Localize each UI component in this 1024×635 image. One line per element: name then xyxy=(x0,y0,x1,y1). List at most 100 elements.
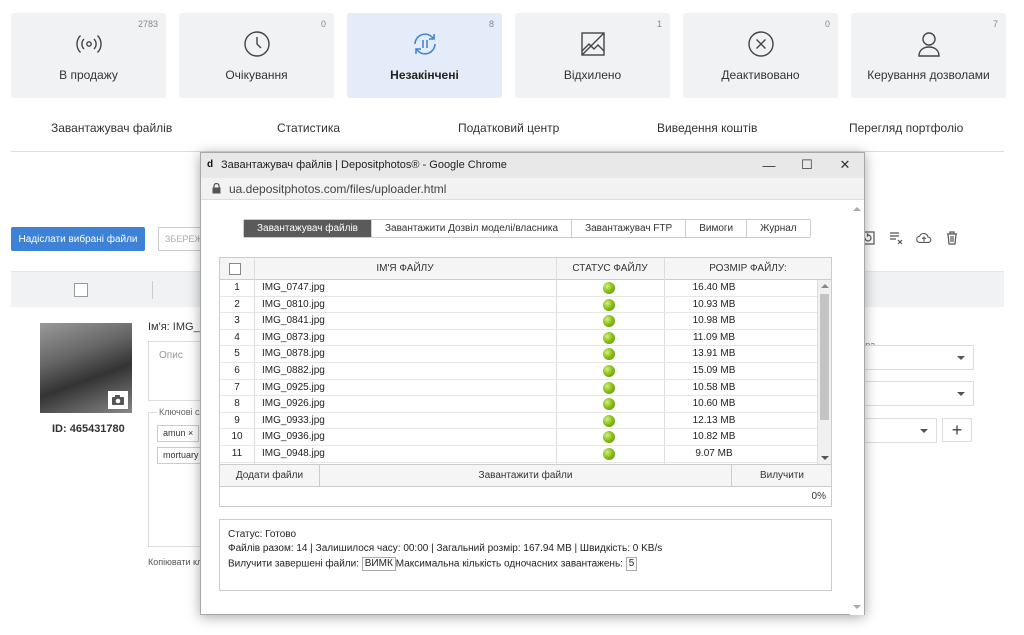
window-scrollbar[interactable] xyxy=(850,201,864,615)
select-all-checkbox[interactable] xyxy=(74,283,88,297)
file-name: IMG_0747.jpg xyxy=(262,282,325,293)
category-select-2[interactable] xyxy=(862,381,974,406)
table-row[interactable]: 11 IMG_0948.jpg 9.07 MB xyxy=(220,446,818,463)
upload-files-button[interactable]: Завантажити файли xyxy=(320,465,732,487)
file-name: IMG_0925.jpg xyxy=(262,381,325,393)
remove-completed-select[interactable]: ВИМК xyxy=(361,557,396,571)
address-bar[interactable]: ua.depositphotos.com/files/uploader.html xyxy=(201,178,864,200)
row-number: 1 xyxy=(234,282,240,293)
file-size: 11.09 MB xyxy=(692,331,736,343)
select-all-files-checkbox[interactable] xyxy=(229,263,241,275)
close-window-button[interactable]: ✕ xyxy=(835,156,855,174)
save-button[interactable]: ЗБЕРЕЖ xyxy=(158,227,202,251)
table-row[interactable]: 2 IMG_0810.jpg 10.93 MB xyxy=(220,297,818,314)
add-category-button[interactable]: + xyxy=(942,418,972,442)
category-select-3[interactable] xyxy=(862,418,937,443)
file-actions-toolbar xyxy=(860,230,960,246)
tile-rejected[interactable]: 1 Відхилено xyxy=(515,13,670,98)
tile-pending[interactable]: 0 Очікування xyxy=(179,13,334,98)
table-row[interactable]: 9 IMG_0933.jpg 12.13 MB xyxy=(220,413,818,430)
file-rows: 1 IMG_0747.jpg 16.40 MB 2 IMG_0810.jpg 10.93 … xyxy=(220,280,818,464)
keywords-field[interactable]: Ключові сл amun × mortuary xyxy=(148,407,208,547)
nav-portfolio[interactable]: Перегляд портфоліо xyxy=(849,121,963,135)
nav-withdrawal[interactable]: Виведення коштів xyxy=(657,121,757,135)
tile-permissions[interactable]: 7 Керування дозволами xyxy=(851,13,1006,98)
file-actions-bar: Додати файли Завантажити файли Вилучити xyxy=(219,465,832,487)
table-row[interactable]: 10 IMG_0936.jpg 10.82 MB xyxy=(220,429,818,446)
status-ok-icon xyxy=(603,315,615,328)
tile-on-sale[interactable]: 2783 В продажу xyxy=(11,13,166,98)
send-selected-files-button[interactable]: Надіслати вибрані файли xyxy=(11,227,145,251)
file-table-header: ІМ'Я ФАЙЛУ СТАТУС ФАЙЛУ РОЗМІР ФАЙЛУ: xyxy=(220,258,831,280)
max-concurrent-label: Максимальна кількість одночасних заванта… xyxy=(395,558,623,570)
column-file-name[interactable]: ІМ'Я ФАЙЛУ xyxy=(254,258,556,280)
file-size: 12.13 MB xyxy=(692,414,736,426)
tile-deactivated[interactable]: 0 Деактивовано xyxy=(683,13,838,98)
table-row[interactable]: 7 IMG_0925.jpg 10.58 MB xyxy=(220,380,818,397)
close-circle-icon xyxy=(747,31,774,57)
category-select-1[interactable] xyxy=(862,345,974,370)
file-list-scrollbar[interactable] xyxy=(817,280,831,464)
status-ok-icon xyxy=(603,331,615,344)
cloud-upload-icon[interactable] xyxy=(916,230,932,246)
nav-statistics[interactable]: Статистика xyxy=(277,121,340,135)
scroll-down-arrow-icon[interactable] xyxy=(821,456,829,460)
file-thumbnail[interactable] xyxy=(40,323,132,413)
description-field[interactable]: Опис xyxy=(148,341,208,401)
scrollbar-thumb[interactable] xyxy=(820,294,829,420)
tile-unfinished[interactable]: 8 Незакінчені xyxy=(347,13,502,98)
uploader-tabs: Завантажувач файлів Завантажити Дозвіл м… xyxy=(243,219,811,238)
status-text: Статус: Готово xyxy=(228,529,297,540)
divider xyxy=(152,281,153,299)
file-size: 10.93 MB xyxy=(692,298,736,310)
copy-keywords-link[interactable]: Копіювати кл xyxy=(148,557,202,567)
table-row[interactable]: 5 IMG_0878.jpg 13.91 MB xyxy=(220,346,818,363)
add-files-button[interactable]: Додати файли xyxy=(220,465,320,487)
file-name: IMG_0933.jpg xyxy=(262,414,325,426)
tab-model-release[interactable]: Завантажити Дозвіл моделі/власника xyxy=(372,220,573,237)
remove-list-icon[interactable] xyxy=(888,230,904,246)
file-name-label: Ім'я: IMG_0 xyxy=(148,321,206,333)
tab-ftp-uploader[interactable]: Завантажувач FTP xyxy=(572,220,687,237)
tile-count: 1 xyxy=(656,19,662,29)
chevron-down-icon xyxy=(920,429,928,433)
status-ok-icon xyxy=(603,364,615,377)
scroll-down-arrow-icon[interactable] xyxy=(853,605,861,609)
column-file-size[interactable]: РОЗМІР ФАЙЛУ: xyxy=(664,258,832,280)
table-row[interactable]: 3 IMG_0841.jpg 10.98 MB xyxy=(220,313,818,330)
keyword-tag[interactable]: amun × xyxy=(157,425,200,442)
sub-navigation: Завантажувач файлів Статистика Податкови… xyxy=(0,121,1024,137)
nav-tax-center[interactable]: Податковий центр xyxy=(458,121,559,135)
tab-file-uploader[interactable]: Завантажувач файлів xyxy=(244,220,372,237)
max-concurrent-input[interactable]: 5 xyxy=(625,557,638,571)
nav-file-uploader[interactable]: Завантажувач файлів xyxy=(51,121,172,135)
table-row[interactable]: 1 IMG_0747.jpg 16.40 MB xyxy=(220,280,818,297)
tile-label: В продажу xyxy=(59,68,118,82)
status-summary: Файлів разом: 14 | Залишилося часу: 00:0… xyxy=(228,543,663,554)
file-name: IMG_0873.jpg xyxy=(262,331,325,343)
status-ok-icon xyxy=(603,414,615,427)
maximize-button[interactable]: ☐ xyxy=(797,156,817,174)
remove-files-button[interactable]: Вилучити xyxy=(732,465,832,487)
chevron-down-icon xyxy=(957,392,965,396)
scroll-up-arrow-icon[interactable] xyxy=(821,284,829,288)
tile-count: 2783 xyxy=(137,19,158,29)
keyword-tag[interactable]: mortuary xyxy=(157,447,205,464)
camera-icon[interactable] xyxy=(108,391,128,409)
window-titlebar[interactable]: d Завантажувач файлів | Depositphotos® -… xyxy=(201,153,864,178)
table-row[interactable]: 8 IMG_0926.jpg 10.60 MB xyxy=(220,396,818,413)
depositphotos-favicon-icon: d xyxy=(207,159,214,170)
table-row[interactable] xyxy=(220,463,818,464)
tab-log[interactable]: Журнал xyxy=(747,220,810,237)
row-number: 8 xyxy=(234,398,240,410)
column-file-status[interactable]: СТАТУС ФАЙЛУ xyxy=(556,258,664,280)
tile-label: Незакінчені xyxy=(390,68,459,82)
table-row[interactable]: 4 IMG_0873.jpg 11.09 MB xyxy=(220,330,818,347)
trash-icon[interactable] xyxy=(944,230,960,246)
lock-icon xyxy=(212,183,221,194)
file-size: 9.07 MB xyxy=(695,447,733,459)
minimize-button[interactable]: — xyxy=(759,156,779,174)
tab-requirements[interactable]: Вимоги xyxy=(686,220,748,237)
table-row[interactable]: 6 IMG_0882.jpg 15.09 MB xyxy=(220,363,818,380)
scroll-up-arrow-icon[interactable] xyxy=(853,207,861,211)
